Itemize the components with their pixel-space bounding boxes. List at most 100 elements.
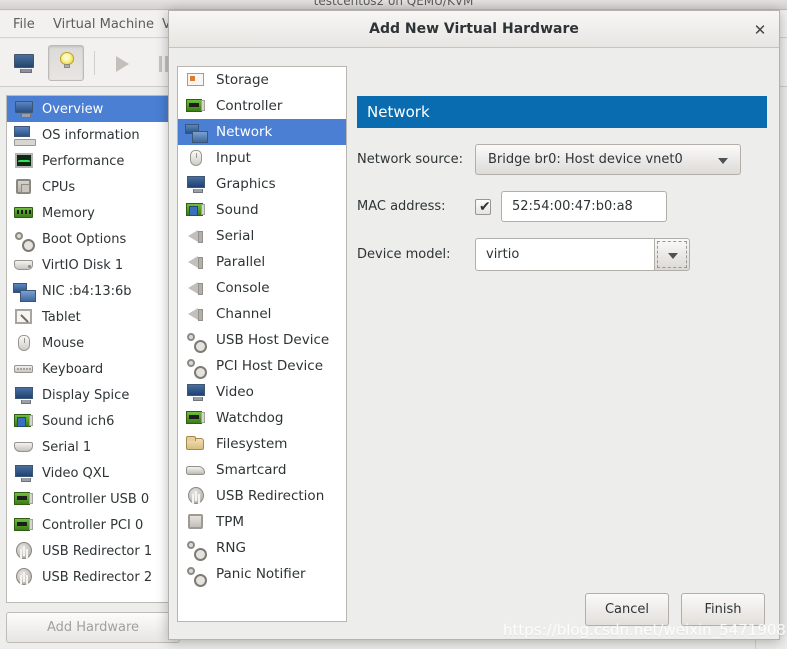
gears-icon (185, 539, 207, 561)
video-display-icon (13, 386, 35, 404)
vm-hw-item-video-qxl[interactable]: Video QXL (7, 460, 171, 486)
close-icon[interactable]: ✕ (751, 21, 769, 39)
add-new-virtual-hardware-dialog: Add New Virtual Hardware ✕ Storage Contro… (168, 10, 780, 640)
hw-type-item-storage[interactable]: Storage (178, 67, 346, 93)
hw-type-item-usb-redirection[interactable]: USB Redirection (178, 483, 346, 509)
vm-hw-item-usb-redirector-2[interactable]: USB Redirector 2 (7, 564, 171, 590)
hardware-type-list[interactable]: Storage Controller Network Input Graphics Sou… (177, 66, 347, 622)
hw-type-item-label: Storage (216, 72, 269, 88)
serial-icon (13, 438, 35, 456)
toolbar-separator (94, 51, 95, 75)
finish-button[interactable]: Finish (681, 593, 765, 626)
controller-card-icon (185, 97, 207, 115)
play-icon (116, 56, 129, 72)
vm-hw-item-memory[interactable]: Memory (7, 200, 171, 226)
mac-address-checkbox[interactable]: ✔ (475, 198, 491, 215)
vm-hw-item-mouse[interactable]: Mouse (7, 330, 171, 356)
vm-hw-item-label: Performance (42, 153, 125, 169)
device-model-input[interactable]: virtio (475, 238, 654, 271)
vm-hw-item-performance[interactable]: Performance (7, 148, 171, 174)
vm-hw-item-nic-b4-13-6b[interactable]: NIC :b4:13:6b (7, 278, 171, 304)
speaker-port-icon (185, 305, 207, 323)
vm-hw-item-controller-usb-0[interactable]: Controller USB 0 (7, 486, 171, 512)
vm-hw-item-sound-ich6[interactable]: Sound ich6 (7, 408, 171, 434)
vm-hardware-list[interactable]: Overview OS information Performance CPUs Mem… (6, 95, 172, 603)
vm-hw-item-serial-1[interactable]: Serial 1 (7, 434, 171, 460)
hw-type-item-label: Video (216, 384, 254, 400)
checkmark-icon: ✔ (479, 198, 491, 215)
menu-virtual-machine[interactable]: Virtual Machine (46, 16, 161, 34)
vm-hw-item-label: USB Redirector 1 (42, 543, 153, 559)
hw-type-item-watchdog[interactable]: Watchdog (178, 405, 346, 431)
hw-type-item-video[interactable]: Video (178, 379, 346, 405)
dialog-body: Storage Controller Network Input Graphics Sou… (169, 48, 779, 640)
device-model-dropdown-button[interactable] (654, 238, 690, 271)
performance-graph-icon (13, 152, 35, 170)
mac-address-input[interactable]: 52:54:00:47:b0:a8 (501, 191, 667, 222)
vm-hw-item-controller-pci-0[interactable]: Controller PCI 0 (7, 512, 171, 538)
tablet-icon (13, 308, 35, 326)
hw-type-item-panic-notifier[interactable]: Panic Notifier (178, 561, 346, 587)
hw-type-item-channel[interactable]: Channel (178, 301, 346, 327)
show-console-button[interactable] (6, 45, 42, 81)
keyboard-icon (13, 360, 35, 378)
hw-type-item-label: Serial (216, 228, 255, 244)
vm-hw-item-label: Sound ich6 (42, 413, 115, 429)
gears-icon (185, 357, 207, 379)
network-source-dropdown[interactable]: Bridge br0: Host device vnet0 (475, 144, 741, 175)
hw-type-item-smartcard[interactable]: Smartcard (178, 457, 346, 483)
mouse-icon (13, 334, 35, 352)
hw-type-item-label: PCI Host Device (216, 358, 324, 374)
hw-type-item-pci-host-device[interactable]: PCI Host Device (178, 353, 346, 379)
monitor-icon (14, 54, 34, 73)
hw-type-item-rng[interactable]: RNG (178, 535, 346, 561)
hw-type-item-controller[interactable]: Controller (178, 93, 346, 119)
folder-icon (185, 435, 207, 453)
device-model-combo[interactable]: virtio (475, 238, 690, 271)
run-button[interactable] (104, 45, 140, 81)
hw-type-item-tpm[interactable]: TPM (178, 509, 346, 535)
vm-hw-item-label: Serial 1 (42, 439, 92, 455)
lightbulb-icon (60, 52, 74, 68)
vm-hw-item-tablet[interactable]: Tablet (7, 304, 171, 330)
background-window-title: testcentos2 on QEMU/KVM (313, 0, 474, 8)
add-hardware-button[interactable]: Add Hardware (6, 612, 180, 643)
hw-type-item-input[interactable]: Input (178, 145, 346, 171)
panel-header-title: Network (357, 96, 767, 128)
vm-hw-item-overview[interactable]: Overview (7, 96, 171, 122)
vm-hw-item-label: Memory (42, 205, 95, 221)
hw-type-item-filesystem[interactable]: Filesystem (178, 431, 346, 457)
hw-type-item-console[interactable]: Console (178, 275, 346, 301)
hw-type-item-parallel[interactable]: Parallel (178, 249, 346, 275)
hw-type-item-sound[interactable]: Sound (178, 197, 346, 223)
vm-hw-item-display-spice[interactable]: Display Spice (7, 382, 171, 408)
gears-icon (185, 565, 207, 587)
hw-type-item-graphics[interactable]: Graphics (178, 171, 346, 197)
hw-type-item-label: Watchdog (216, 410, 284, 426)
vm-hw-item-cpus[interactable]: CPUs (7, 174, 171, 200)
disk-icon (13, 256, 35, 274)
device-model-row: Device model: virtio (357, 238, 767, 271)
menu-file[interactable]: File (6, 16, 42, 34)
network-source-label: Network source: (357, 152, 463, 167)
hw-type-item-label: Panic Notifier (216, 566, 306, 582)
sound-card-icon (185, 201, 207, 219)
dialog-button-bar: Cancel Finish (585, 593, 765, 626)
vm-hw-item-usb-redirector-1[interactable]: USB Redirector 1 (7, 538, 171, 564)
show-details-button[interactable] (48, 45, 84, 81)
memory-module-icon (13, 204, 35, 222)
vm-hw-item-boot-options[interactable]: Boot Options (7, 226, 171, 252)
controller-card-icon (13, 516, 35, 534)
hw-type-item-network[interactable]: Network (178, 119, 346, 145)
hw-type-item-label: Parallel (216, 254, 266, 270)
hw-type-item-usb-host-device[interactable]: USB Host Device (178, 327, 346, 353)
vm-hw-item-keyboard[interactable]: Keyboard (7, 356, 171, 382)
hw-type-item-serial[interactable]: Serial (178, 223, 346, 249)
vm-hw-item-label: Controller PCI 0 (42, 517, 144, 533)
cancel-button[interactable]: Cancel (585, 593, 669, 626)
vm-hw-item-label: USB Redirector 2 (42, 569, 153, 585)
chevron-down-icon (718, 158, 728, 164)
sound-card-icon (13, 412, 35, 430)
vm-hw-item-virtio-disk-1[interactable]: VirtIO Disk 1 (7, 252, 171, 278)
vm-hw-item-os-information[interactable]: OS information (7, 122, 171, 148)
